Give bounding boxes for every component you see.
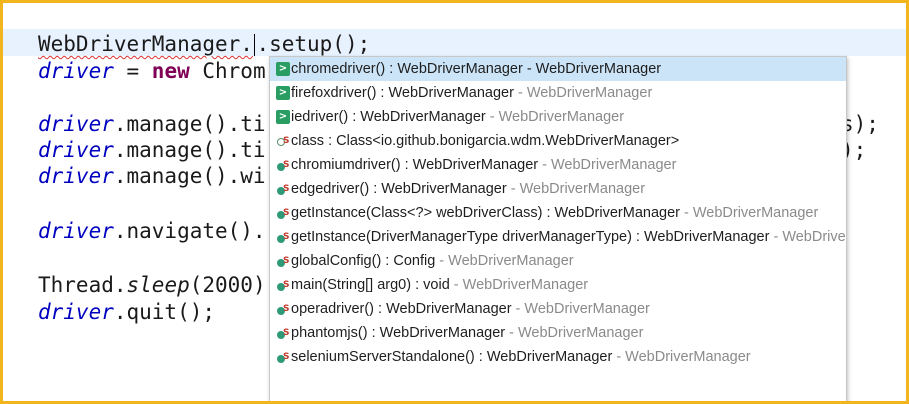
autocomplete-item[interactable]: Sclass : Class<io.github.bonigarcia.wdm.… <box>270 129 846 153</box>
autocomplete-signature: chromiumdriver() : WebDriverManager <box>291 157 539 173</box>
autocomplete-declaring-type: - WebDriverManager <box>506 181 646 197</box>
code-token: driver <box>38 112 114 136</box>
static-method-icon: S <box>276 182 290 196</box>
autocomplete-signature: operadriver() : WebDriverManager <box>291 301 512 317</box>
code-token: driver <box>38 59 114 83</box>
code-token: driver <box>38 300 114 324</box>
autocomplete-item[interactable]: Schromiumdriver() : WebDriverManager - W… <box>270 153 846 177</box>
code-line[interactable]: driver = new Chrom <box>38 58 266 84</box>
autocomplete-item[interactable]: SgetInstance(DriverManagerType driverMan… <box>270 225 846 249</box>
autocomplete-signature: seleniumServerStandalone() : WebDriverMa… <box>291 349 613 365</box>
static-method-icon: S <box>276 350 290 364</box>
autocomplete-item[interactable]: > iedriver() : WebDriverManager - WebDriv… <box>270 105 846 129</box>
code-line[interactable]: Thread.sleep(2000) <box>38 272 266 298</box>
autocomplete-signature: getInstance(Class<?> webDriverClass) : W… <box>291 205 680 221</box>
autocomplete-item[interactable]: Soperadriver() : WebDriverManager - WebD… <box>270 297 846 321</box>
autocomplete-declaring-type: - WebDriverManager <box>679 205 819 221</box>
autocomplete-signature: iedriver() : WebDriverManager <box>291 109 486 125</box>
static-method-icon: S <box>276 278 290 292</box>
autocomplete-item[interactable]: Sedgedriver() : WebDriverManager - WebDr… <box>270 177 846 201</box>
code-line[interactable]: WebDriverManager. .setup(); <box>38 31 370 57</box>
code-token: sleep <box>126 273 190 297</box>
code-line[interactable]: driver.navigate(). <box>38 218 266 244</box>
method-public-icon: > <box>276 62 290 76</box>
autocomplete-item[interactable]: SgetInstance(Class<?> webDriverClass) : … <box>270 201 846 225</box>
code-token: Chrom <box>189 59 266 83</box>
code-token: .manage().ti <box>113 112 266 136</box>
autocomplete-item[interactable]: > chromedriver() : WebDriverManager - Web… <box>270 57 846 81</box>
method-public-icon: > <box>276 86 290 100</box>
code-token: .manage().ti <box>113 138 266 162</box>
static-method-icon: S <box>276 206 290 220</box>
method-public-icon: > <box>276 110 290 124</box>
autocomplete-declaring-type: - WebDriverManager <box>513 85 653 101</box>
code-line[interactable]: driver.quit(); <box>38 299 215 325</box>
autocomplete-item[interactable]: > firefoxdriver() : WebDriverManager - We… <box>270 81 846 105</box>
code-token: driver <box>38 164 114 188</box>
autocomplete-declaring-type: - WebDriverManager <box>435 253 574 269</box>
autocomplete-signature: chromedriver() : WebDriverManager <box>291 61 523 77</box>
autocomplete-list[interactable]: > chromedriver() : WebDriverManager - Web… <box>270 57 846 369</box>
autocomplete-signature: edgedriver() : WebDriverManager <box>291 181 507 197</box>
static-method-icon: S <box>276 326 290 340</box>
autocomplete-signature: globalConfig() : Config <box>291 253 436 269</box>
code-token: = <box>113 59 152 83</box>
code-line[interactable]: driver.manage().wi <box>38 163 266 189</box>
static-method-icon: S <box>276 158 290 172</box>
autocomplete-item[interactable]: Smain(String[] arg0) : void - WebDriverM… <box>270 273 846 297</box>
static-method-icon: S <box>276 254 290 268</box>
code-token: Thread. <box>38 273 127 297</box>
autocomplete-item[interactable]: SseleniumServerStandalone() : WebDriverM… <box>270 345 846 369</box>
autocomplete-item[interactable]: SglobalConfig() : Config - WebDriverMana… <box>270 249 846 273</box>
autocomplete-item[interactable]: Sphantomjs() : WebDriverManager - WebDri… <box>270 321 846 345</box>
autocomplete-signature: class : Class<io.github.bonigarcia.wdm.W… <box>291 133 680 149</box>
code-token: .setup(); <box>256 32 371 56</box>
autocomplete-signature: phantomjs() : WebDriverManager <box>291 325 506 341</box>
autocomplete-declaring-type: - WebDriverManager <box>511 301 650 317</box>
static-field-icon: S <box>276 134 290 148</box>
autocomplete-signature: main(String[] arg0) : void <box>291 277 450 293</box>
code-token: (2000) <box>189 273 266 297</box>
autocomplete-declaring-type: - WebDriverManager <box>538 157 677 173</box>
code-token: WebDriverManager. <box>38 32 253 56</box>
autocomplete-signature: firefoxdriver() : WebDriverManager <box>291 85 514 101</box>
code-token: .manage().wi <box>113 164 266 188</box>
code-token: .navigate(). <box>113 219 266 243</box>
autocomplete-declaring-type: - WebDriverManager <box>505 325 644 341</box>
autocomplete-declaring-type: - WebDriverManager <box>449 277 589 293</box>
autocomplete-declaring-type: - WebDriverManager <box>612 349 751 365</box>
autocomplete-declaring-type: - WebDriverManager <box>773 229 846 245</box>
autocomplete-signature: getInstance(DriverManagerType driverMana… <box>291 229 770 245</box>
code-token: driver <box>38 219 114 243</box>
screenshot-frame: WebDriverManager. .setup(); driver = new C… <box>0 0 909 404</box>
code-token: driver <box>38 138 114 162</box>
static-method-icon: S <box>276 302 290 316</box>
code-token: new <box>151 59 190 83</box>
code-line[interactable]: driver.manage().ti <box>38 111 266 137</box>
code-token: .quit(); <box>113 300 216 324</box>
autocomplete-declaring-type: - WebDriverManager <box>522 61 662 77</box>
static-method-icon: S <box>276 230 290 244</box>
code-line[interactable]: driver.manage().ti <box>38 137 266 163</box>
autocomplete-declaring-type: - WebDriverManager <box>485 109 625 125</box>
autocomplete-popup[interactable]: > chromedriver() : WebDriverManager - Web… <box>269 56 847 401</box>
